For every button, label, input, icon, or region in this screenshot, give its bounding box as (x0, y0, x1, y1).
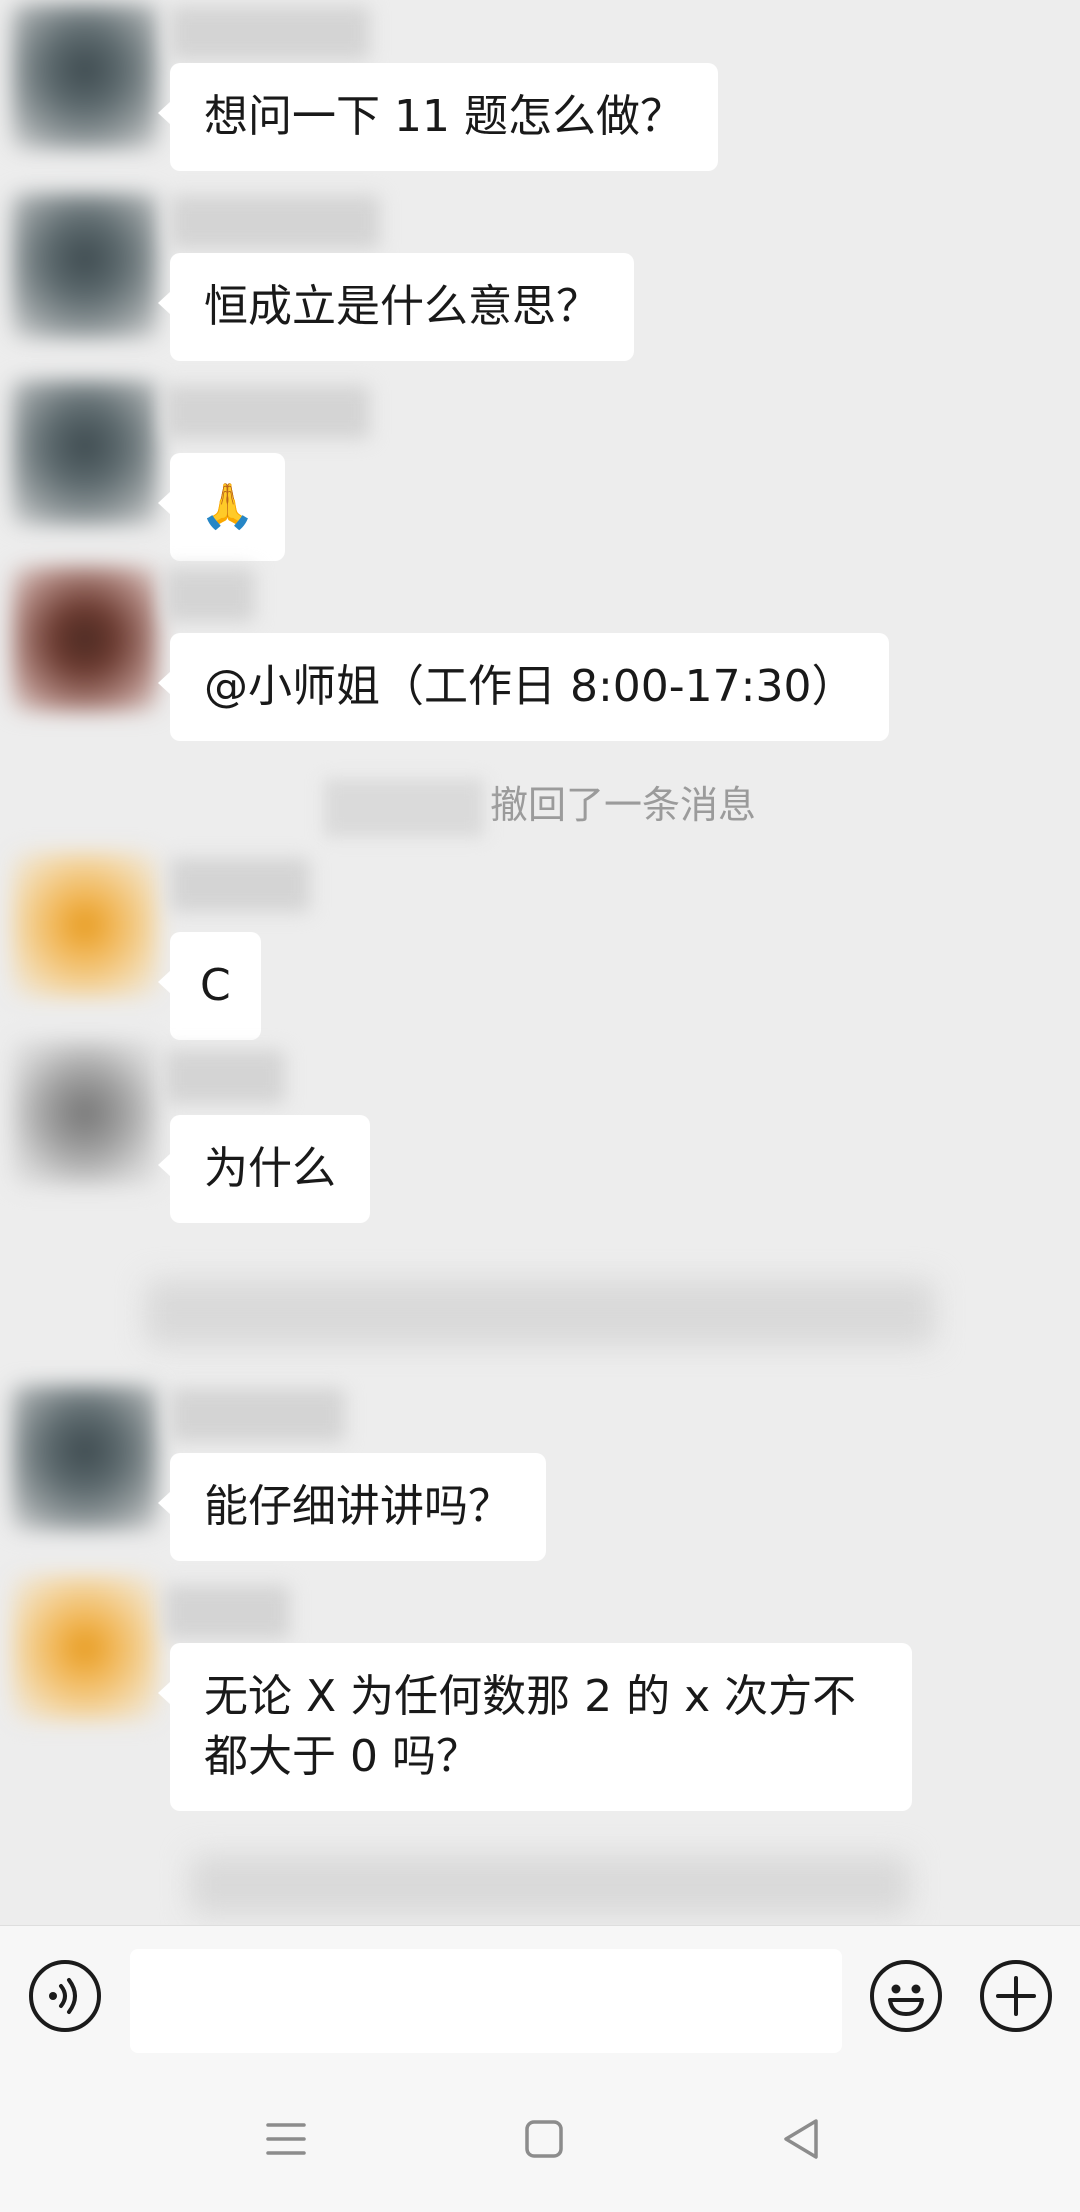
back-icon[interactable] (772, 2109, 832, 2169)
system-nav-bar (0, 2065, 1080, 2212)
avatar[interactable] (12, 1040, 158, 1186)
message-text: C (200, 960, 231, 1011)
message-bubble[interactable]: @小师姐（工作日 8:00-17:30） (157, 633, 890, 741)
avatar[interactable] (12, 852, 158, 998)
sender-name (170, 858, 310, 912)
message-bubble[interactable]: 恒成立是什么意思？ (158, 253, 634, 361)
chat-screen: 想问一下 11 题怎么做？ 恒成立是什么意思？ 🙏 @小师姐（工作日 8:00-… (0, 0, 1080, 2212)
message-text: 恒成立是什么意思？ (204, 281, 600, 332)
message-text: 想问一下 11 题怎么做？ (204, 91, 684, 142)
sender-name (165, 568, 255, 622)
emoji-icon[interactable] (870, 1960, 942, 2032)
message-bubble[interactable]: 能仔细讲讲吗？ (158, 1453, 546, 1561)
message-bubble[interactable]: 想问一下 11 题怎么做？ (158, 63, 718, 171)
avatar[interactable] (12, 193, 158, 339)
sender-name (165, 1585, 290, 1639)
sender-name (165, 385, 370, 439)
voice-icon[interactable] (29, 1960, 101, 2032)
avatar[interactable] (12, 4, 158, 150)
message-bubble[interactable]: 无论 X 为任何数那 2 的 x 次方不都大于 0 吗？ (158, 1643, 912, 1811)
message-bubble[interactable]: C (158, 932, 261, 1040)
home-icon[interactable] (514, 2109, 574, 2169)
blurred-notice (190, 1855, 910, 1915)
avatar[interactable] (12, 1575, 158, 1721)
avatar[interactable] (12, 380, 158, 526)
blurred-notice (145, 1280, 935, 1346)
recall-notice: 撤回了一条消息 (0, 774, 1080, 837)
sender-name (165, 1050, 285, 1104)
message-bubble[interactable]: 为什么 (158, 1115, 370, 1223)
sender-name (170, 1388, 345, 1442)
pray-emoji: 🙏 (200, 481, 255, 532)
message-text: @小师姐（工作日 8:00-17:30） (204, 661, 856, 712)
message-input[interactable] (130, 1949, 842, 2053)
menu-icon[interactable] (256, 2109, 316, 2169)
message-text: 能仔细讲讲吗？ (204, 1481, 512, 1532)
avatar[interactable] (12, 1385, 158, 1531)
recaller-name (323, 778, 484, 837)
sender-name (170, 195, 380, 249)
message-bubble[interactable]: 🙏 (158, 453, 285, 561)
sender-name (170, 6, 370, 60)
message-text: 为什么 (204, 1143, 336, 1194)
plus-icon[interactable] (980, 1960, 1052, 2032)
message-text: 无论 X 为任何数那 2 的 x 次方不都大于 0 吗？ (204, 1671, 857, 1782)
avatar[interactable] (12, 566, 158, 712)
chat-input-bar (0, 1925, 1080, 2066)
recall-notice-text: 撤回了一条消息 (489, 783, 756, 827)
